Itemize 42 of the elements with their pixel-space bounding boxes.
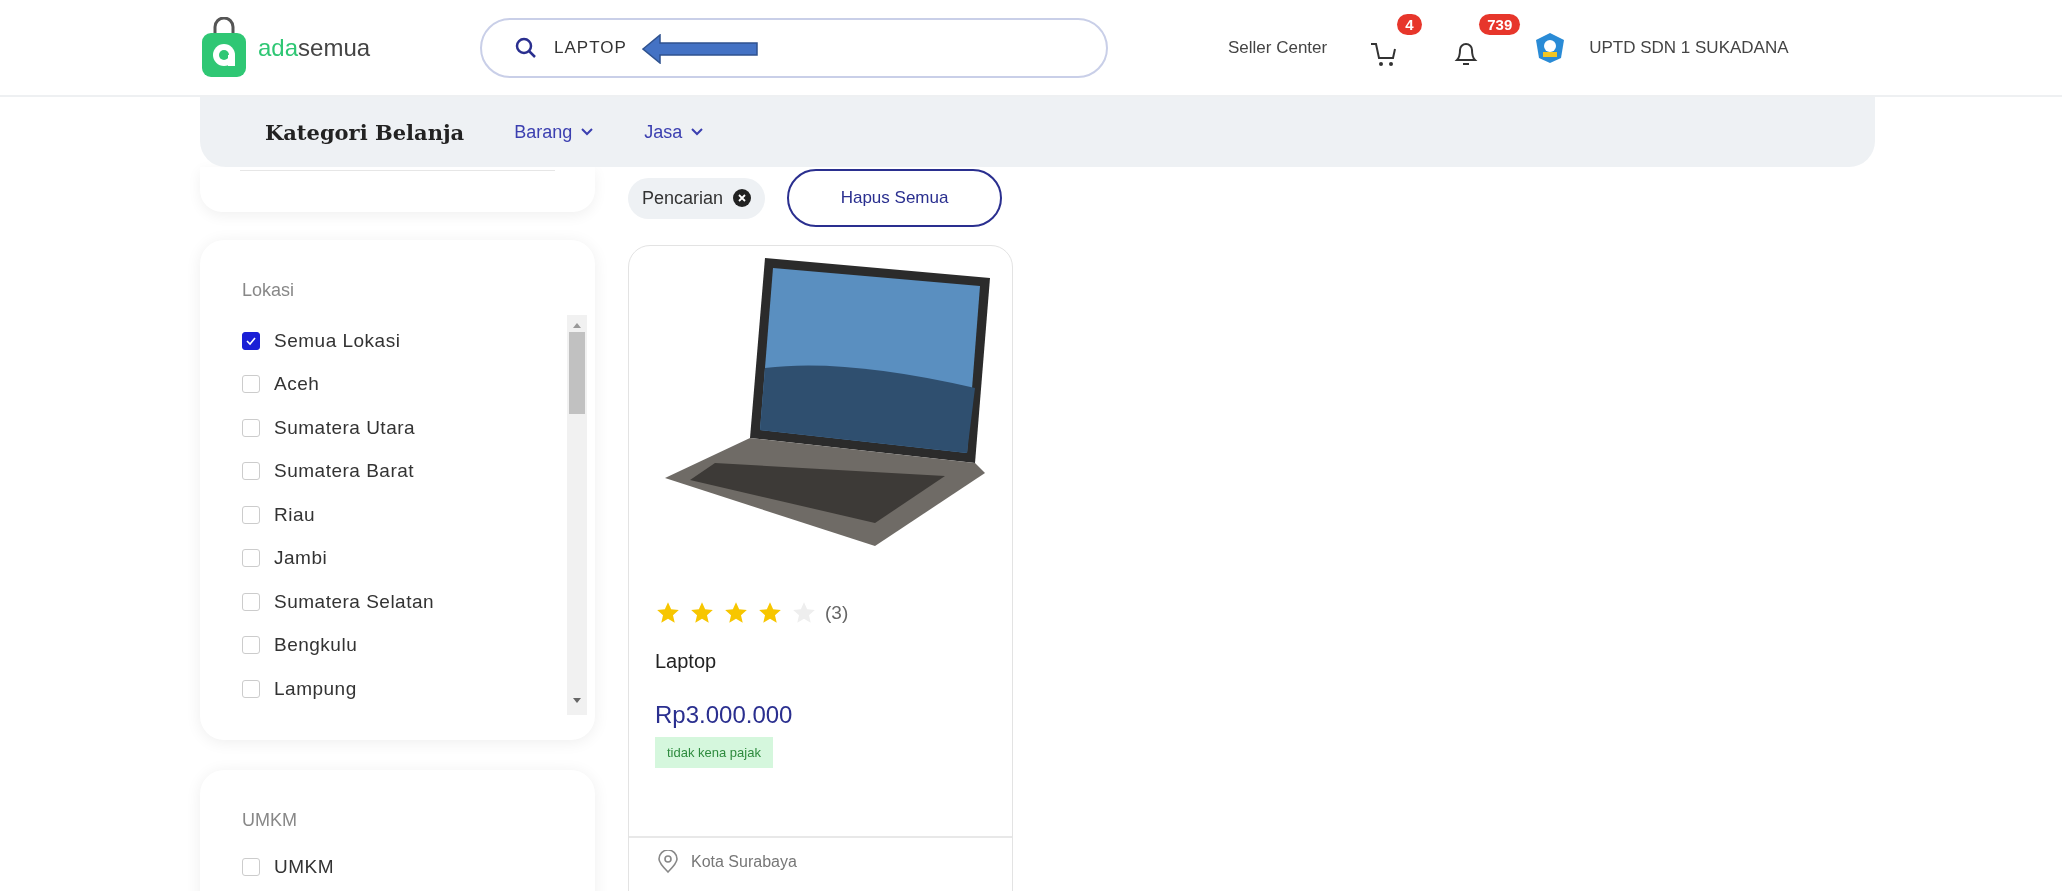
star-icon — [757, 600, 783, 626]
category-dropdown[interactable]: Jasa — [644, 121, 705, 143]
product-name: Laptop — [655, 650, 718, 673]
product-price: Rp3.000.000 — [655, 701, 794, 729]
cart-count-badge: 4 — [1397, 13, 1422, 35]
checkbox-label: Lampung — [274, 677, 357, 700]
filter-title: UMKM — [242, 810, 298, 831]
checkbox-label: Sumatera Selatan — [274, 590, 435, 613]
filter-title: Lokasi — [242, 280, 296, 301]
check-icon — [245, 335, 257, 346]
location-pin-icon — [657, 850, 679, 874]
checkbox-label: Semua Lokasi — [274, 329, 401, 352]
chevron-down-icon — [580, 127, 595, 137]
shopping-bag-icon[interactable] — [200, 16, 248, 79]
star-icon — [655, 600, 681, 626]
search-field[interactable]: LAPTOP — [480, 17, 1108, 78]
checkbox-label: Sumatera Barat — [274, 460, 415, 483]
filter-chip[interactable]: Pencarian — [628, 177, 766, 219]
checkbox-label: Sumatera Utara — [274, 416, 416, 439]
checkbox-label: Riau — [274, 503, 316, 526]
checkbox-label: Jambi — [274, 547, 328, 570]
notification-count-badge: 739 — [1479, 13, 1521, 35]
chevron-down-icon — [690, 127, 705, 137]
category-title: Kategori Belanja — [265, 119, 465, 145]
review-count: (3) — [825, 602, 849, 624]
close-icon[interactable] — [733, 189, 752, 207]
checkbox-label: UMKM — [274, 855, 335, 878]
checkbox-label: Aceh — [274, 373, 320, 396]
search-icon — [514, 35, 538, 60]
brand-name[interactable]: adasemua — [258, 33, 371, 62]
checkbox[interactable] — [242, 331, 260, 350]
scrollbar[interactable] — [567, 315, 587, 715]
star-icon — [689, 600, 715, 626]
user-name[interactable]: UPTD SDN 1 SUKADANA — [1589, 37, 1789, 58]
product-location: Kota Surabaya — [691, 853, 797, 871]
star-icon — [723, 600, 749, 626]
seller-center-link[interactable]: Seller Center — [1228, 37, 1328, 58]
product-card[interactable]: (3) Laptop Rp3.000.000 tidak kena pajak Kota Surabaya — [628, 245, 1013, 891]
tax-badge: tidak kena pajak — [655, 737, 773, 768]
category-dropdown[interactable]: Barang — [514, 121, 595, 143]
clear-all-button[interactable]: Hapus Semua — [787, 169, 1003, 227]
checkbox-label: Bengkulu — [274, 634, 358, 657]
